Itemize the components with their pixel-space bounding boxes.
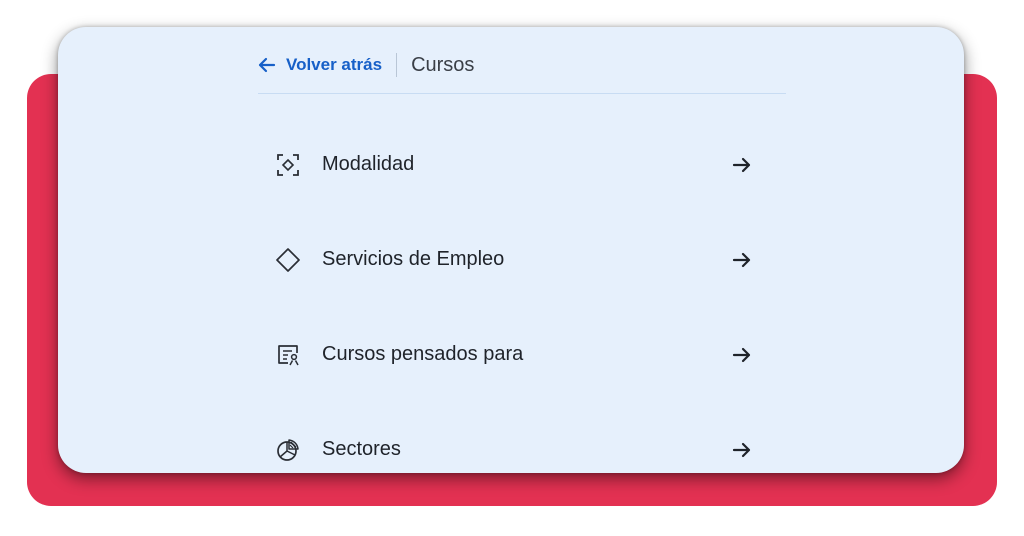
menu-item-cursos-pensados-para[interactable]: Cursos pensados para [274,307,754,402]
arrow-right-icon [732,252,751,267]
breadcrumb-divider [396,53,398,77]
pie-chart-icon [274,436,302,464]
menu-list: Modalidad Servicios de Empleo Cursos pen… [274,117,754,473]
menu-card: Volver atrás Cursos Modalidad Servicios … [58,27,964,473]
menu-item-servicios-de-empleo[interactable]: Servicios de Empleo [274,212,754,307]
modality-icon [274,151,302,179]
arrow-right-icon [732,442,751,457]
menu-item-label: Sectores [322,438,401,460]
arrow-right-icon [732,157,751,172]
arrow-left-icon [258,57,276,73]
menu-item-label: Cursos pensados para [322,343,524,365]
diamond-icon [274,246,302,274]
back-label: Volver atrás [286,55,383,74]
menu-item-label: Servicios de Empleo [322,248,505,270]
stage: Volver atrás Cursos Modalidad Servicios … [0,0,1024,536]
breadcrumb-current: Cursos [411,53,475,76]
menu-item-label: Modalidad [322,153,415,175]
audience-card-icon [274,341,302,369]
breadcrumb: Volver atrás Cursos [258,37,786,94]
back-button[interactable]: Volver atrás [258,55,382,75]
menu-item-modalidad[interactable]: Modalidad [274,117,754,212]
menu-item-sectores[interactable]: Sectores [274,402,754,473]
arrow-right-icon [732,347,751,362]
